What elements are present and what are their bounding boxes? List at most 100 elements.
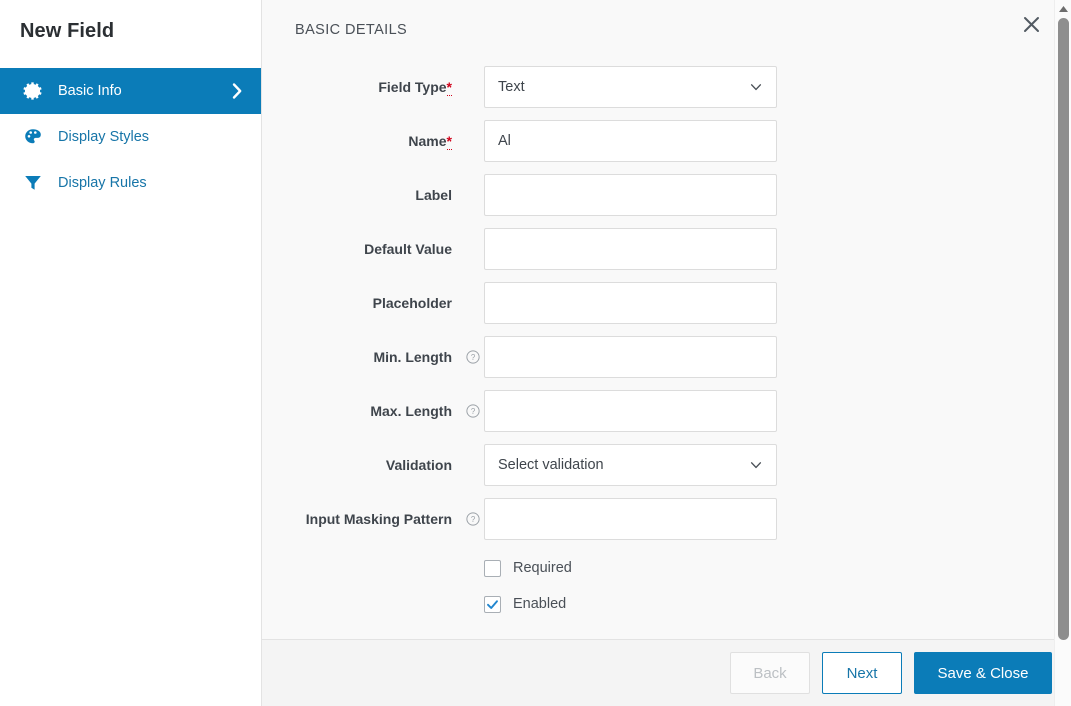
- next-button[interactable]: Next: [822, 652, 902, 694]
- field-wrap: [484, 120, 777, 162]
- select-value: Select validation: [498, 457, 604, 473]
- field-label-text: Field Type: [378, 79, 447, 95]
- help-circle-icon: ?: [466, 512, 480, 526]
- field-label-text: Default Value: [364, 241, 452, 257]
- checkbox-label-required[interactable]: Required: [513, 560, 572, 576]
- scrollbar-thumb[interactable]: [1058, 18, 1069, 640]
- sidebar-item-label: Display Styles: [58, 129, 150, 145]
- field-label-text: Input Masking Pattern: [305, 511, 452, 527]
- checkbox-enabled[interactable]: [484, 595, 501, 613]
- funnel-icon: [25, 176, 41, 190]
- form-row-input-masking-pattern: Input Masking Pattern?: [262, 498, 1071, 540]
- field-label-input-masking-pattern: Input Masking Pattern: [262, 498, 452, 540]
- back-button[interactable]: Back: [730, 652, 810, 694]
- section-title: BASIC DETAILS: [295, 22, 408, 38]
- scrollbar-up-button[interactable]: [1055, 1, 1071, 16]
- help-slot-empty: [462, 174, 484, 216]
- checkbox-group: Required Enabled: [262, 552, 1071, 620]
- chevron-down-icon: [750, 84, 762, 91]
- field-label-text: Placeholder: [372, 295, 452, 311]
- dialog-footer: Back Next Save & Close: [262, 640, 1071, 706]
- sidebar-nav: Basic Info Display Styles Display Rules: [0, 68, 261, 206]
- field-label-name: Name*: [262, 120, 452, 162]
- sidebar-item-display-styles[interactable]: Display Styles: [0, 114, 261, 160]
- help-slot-empty: [462, 66, 484, 108]
- palette-icon: [25, 129, 41, 144]
- field-wrap: [484, 228, 777, 270]
- field-wrap: [484, 282, 777, 324]
- funnel-icon-slot: [22, 172, 44, 194]
- field-label-label: Label: [262, 174, 452, 216]
- form-row-validation: Validation Select validation: [262, 444, 1071, 486]
- field-label-text: Label: [415, 187, 452, 203]
- close-button[interactable]: [1017, 10, 1045, 38]
- new-field-dialog: New Field Basic Info Display Styles Displa…: [0, 0, 1071, 706]
- help-button-input-masking-pattern[interactable]: ?: [462, 498, 484, 540]
- caret-up-icon: [1059, 5, 1068, 12]
- field-wrap: [484, 498, 777, 540]
- input-name[interactable]: [484, 120, 777, 162]
- field-label-text: Validation: [385, 457, 452, 473]
- field-label-min-length: Min. Length: [262, 336, 452, 378]
- field-label-text: Name: [408, 133, 447, 149]
- checkbox-row-required: Required: [262, 552, 1071, 584]
- svg-text:?: ?: [471, 407, 476, 416]
- sidebar-item-label: Display Rules: [58, 175, 147, 191]
- window-scrollbar[interactable]: [1054, 0, 1071, 706]
- help-slot-empty: [462, 228, 484, 270]
- help-slot-empty: [462, 120, 484, 162]
- chevron-right-icon: [232, 83, 242, 99]
- input-label[interactable]: [484, 174, 777, 216]
- field-label-validation: Validation: [262, 444, 452, 486]
- form-row-default-value: Default Value: [262, 228, 1071, 270]
- sidebar-item-basic-info[interactable]: Basic Info: [0, 68, 261, 114]
- select-validation[interactable]: Select validation: [484, 444, 777, 486]
- chevron-right-slot: [227, 81, 247, 101]
- help-circle-icon: ?: [466, 404, 480, 418]
- sidebar-item-label: Basic Info: [58, 83, 122, 99]
- checkbox-required[interactable]: [484, 559, 501, 577]
- input-placeholder[interactable]: [484, 282, 777, 324]
- checkbox-label-enabled[interactable]: Enabled: [513, 596, 566, 612]
- save-and-close-button[interactable]: Save & Close: [914, 652, 1052, 694]
- field-wrap: Select validation: [484, 444, 777, 486]
- field-label-text: Max. Length: [370, 403, 452, 419]
- help-slot-empty: [462, 282, 484, 324]
- gear-icon-slot: [22, 80, 44, 102]
- field-label-placeholder: Placeholder: [262, 282, 452, 324]
- select-field-type[interactable]: Text: [484, 66, 777, 108]
- input-min-length[interactable]: [484, 336, 777, 378]
- chevron-down-icon: [750, 462, 762, 469]
- gear-icon: [23, 82, 42, 100]
- sidebar: New Field Basic Info Display Styles Displa…: [0, 0, 262, 706]
- field-wrap: [484, 336, 777, 378]
- form-row-name: Name*: [262, 120, 1071, 162]
- form-row-placeholder: Placeholder: [262, 282, 1071, 324]
- sidebar-item-display-rules[interactable]: Display Rules: [0, 160, 261, 206]
- field-wrap: [484, 174, 777, 216]
- help-button-min-length[interactable]: ?: [462, 336, 484, 378]
- field-label-default-value: Default Value: [262, 228, 452, 270]
- form-row-label: Label: [262, 174, 1071, 216]
- check-icon: [487, 599, 498, 609]
- form-row-max-length: Max. Length?: [262, 390, 1071, 432]
- field-label-field-type: Field Type*: [262, 66, 452, 108]
- palette-icon-slot: [22, 126, 44, 148]
- main-panel: BASIC DETAILS Field Type* Text Name* Label D…: [262, 0, 1071, 706]
- form-row-min-length: Min. Length?: [262, 336, 1071, 378]
- input-input-masking-pattern[interactable]: [484, 498, 777, 540]
- input-max-length[interactable]: [484, 390, 777, 432]
- field-wrap: [484, 390, 777, 432]
- svg-text:?: ?: [471, 515, 476, 524]
- help-circle-icon: ?: [466, 350, 480, 364]
- form-row-field-type: Field Type* Text: [262, 66, 1071, 108]
- field-wrap: Text: [484, 66, 777, 108]
- select-value: Text: [498, 79, 525, 95]
- help-button-max-length[interactable]: ?: [462, 390, 484, 432]
- help-slot-empty: [462, 444, 484, 486]
- checkbox-row-enabled: Enabled: [262, 588, 1071, 620]
- input-default-value[interactable]: [484, 228, 777, 270]
- field-label-text: Min. Length: [373, 349, 452, 365]
- content-scroll-area: BASIC DETAILS Field Type* Text Name* Label D…: [262, 0, 1071, 640]
- page-title: New Field: [20, 20, 115, 42]
